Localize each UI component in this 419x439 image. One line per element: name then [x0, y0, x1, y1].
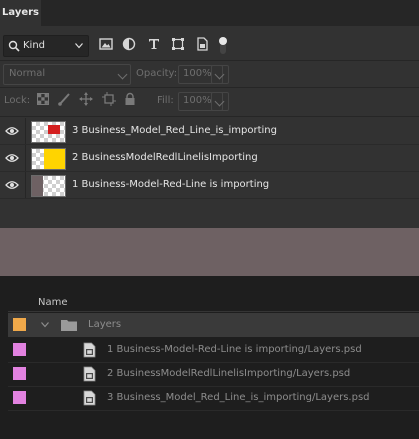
layer-row[interactable]: 1 Business-Model-Red-Line is importing [0, 172, 419, 199]
psd-file-icon [83, 366, 96, 382]
folder-icon [61, 320, 77, 331]
chevron-down-icon [214, 96, 225, 107]
divider [0, 87, 419, 88]
lock-position-icon[interactable] [79, 92, 93, 106]
file-name[interactable]: 3 Business_Model_Red_Line_is_importing/L… [107, 392, 370, 403]
file-row[interactable]: 1 Business-Model-Red-Line is importing/L… [8, 338, 419, 363]
chevron-down-icon [75, 43, 83, 49]
chevron-down-icon [214, 69, 225, 80]
eye-icon[interactable] [5, 153, 19, 163]
lock-image-pixels-icon[interactable] [57, 92, 71, 106]
layer-row[interactable]: 3 Business_Model_Red_Line_is_importing [0, 118, 419, 145]
filter-row: Kind [0, 34, 419, 58]
layer-row[interactable]: 2 BusinessModelRedlLinelisImporting [0, 145, 419, 172]
name-column-header[interactable]: Name [38, 297, 68, 308]
adjustment-layer-filter-icon[interactable] [121, 36, 137, 52]
layer-thumbnail [31, 121, 66, 143]
file-name[interactable]: 1 Business-Model-Red-Line is importing/L… [107, 344, 362, 355]
tag-color-swatch [13, 343, 26, 356]
folder-row[interactable]: Layers [8, 313, 419, 337]
fill-value: 100% [183, 95, 212, 106]
layer-thumbnail [31, 175, 66, 197]
divider [0, 198, 419, 199]
filter-toggle-icon[interactable] [218, 35, 228, 55]
fill-dropdown[interactable] [211, 92, 229, 111]
shape-layer-filter-icon[interactable] [170, 36, 186, 52]
layer-name[interactable]: 2 BusinessModelRedlLinelisImporting [72, 152, 258, 163]
lock-artboard-icon[interactable] [102, 92, 116, 106]
eye-icon[interactable] [5, 180, 19, 190]
blend-mode-select[interactable]: Normal [3, 64, 131, 85]
divider [25, 118, 26, 145]
file-row[interactable]: 2 BusinessModelRedlLinelisImporting/Laye… [8, 362, 419, 387]
folder-name[interactable]: Layers [88, 319, 121, 330]
tab-layers[interactable]: Layers [0, 0, 41, 26]
lock-all-icon[interactable] [123, 92, 137, 106]
lock-transparent-pixels-icon[interactable] [36, 92, 50, 106]
divider [25, 145, 26, 172]
divider [25, 172, 26, 199]
chevron-down-icon[interactable] [41, 322, 49, 328]
divider [8, 311, 419, 312]
mauve-swatch [32, 176, 43, 196]
yellow-swatch [44, 149, 65, 169]
psd-file-icon [83, 342, 96, 358]
blend-mode-label: Normal [9, 68, 46, 79]
pixel-layer-filter-icon[interactable] [98, 36, 114, 52]
type-layer-filter-icon[interactable] [146, 36, 162, 52]
smart-object-filter-icon[interactable] [194, 36, 210, 52]
psd-file-icon [83, 390, 96, 406]
layer-name[interactable]: 3 Business_Model_Red_Line_is_importing [72, 125, 277, 136]
column-header: Name [8, 288, 419, 312]
tag-color-swatch [13, 367, 26, 380]
chevron-down-icon [117, 69, 128, 80]
red-swatch [48, 125, 60, 134]
tag-color-swatch [13, 318, 26, 331]
opacity-dropdown[interactable] [211, 65, 229, 84]
opacity-value: 100% [183, 68, 212, 79]
filter-kind-label: Kind [23, 40, 46, 51]
layers-panel: Layers Kind Normal Opacity: 100% Lock: F… [0, 0, 419, 228]
tag-color-swatch [13, 391, 26, 404]
layer-name[interactable]: 1 Business-Model-Red-Line is importing [72, 179, 269, 190]
canvas-area [0, 228, 419, 276]
filter-kind-select[interactable]: Kind [3, 35, 89, 57]
layer-thumbnail [31, 148, 66, 170]
opacity-label: Opacity: [136, 68, 178, 79]
divider [0, 116, 419, 117]
divider [0, 60, 419, 61]
file-name[interactable]: 2 BusinessModelRedlLinelisImporting/Laye… [107, 368, 350, 379]
file-row[interactable]: 3 Business_Model_Red_Line_is_importing/L… [8, 386, 419, 411]
lock-label: Lock: [4, 95, 31, 106]
search-icon [8, 40, 20, 52]
fill-label: Fill: [157, 95, 174, 106]
eye-icon[interactable] [5, 126, 19, 136]
panel-tab-bar: Layers [0, 0, 419, 26]
